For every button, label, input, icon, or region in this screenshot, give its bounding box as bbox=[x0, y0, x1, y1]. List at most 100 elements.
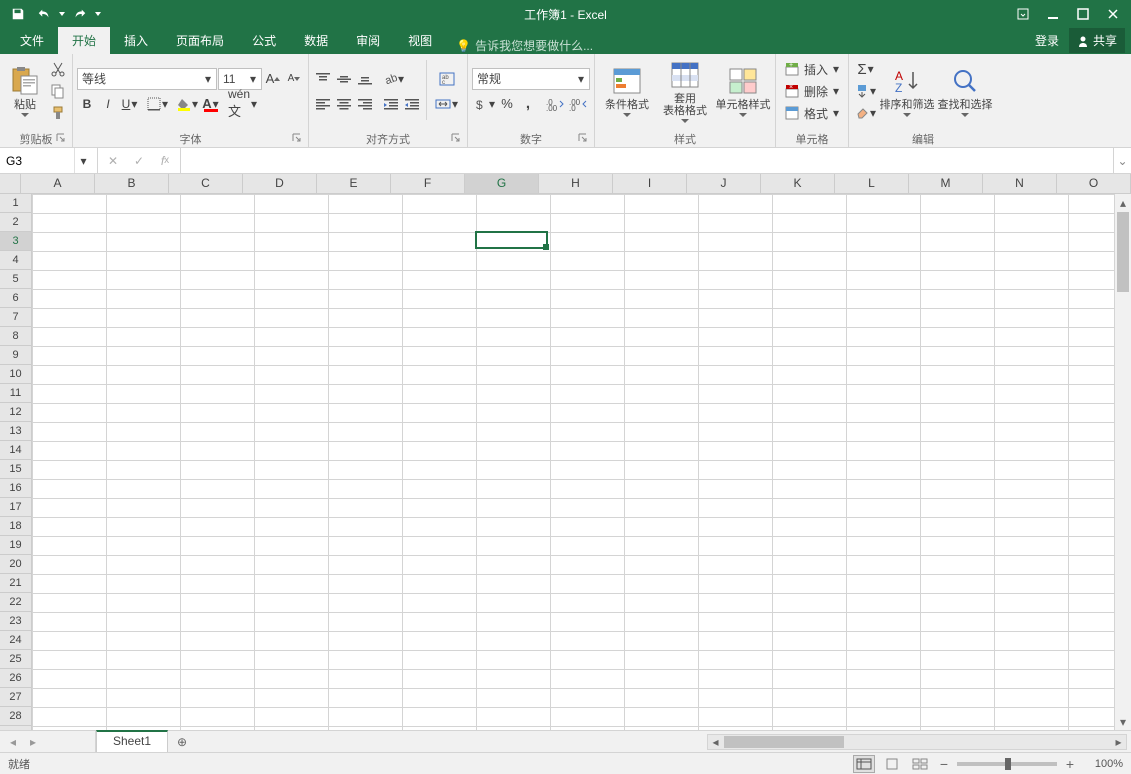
sort-filter-button[interactable]: AZ 排序和筛选 bbox=[879, 56, 935, 126]
row-header[interactable]: 8 bbox=[0, 327, 31, 346]
tab-data[interactable]: 数据 bbox=[290, 27, 342, 54]
tab-file[interactable]: 文件 bbox=[6, 27, 58, 54]
row-header[interactable]: 25 bbox=[0, 650, 31, 669]
row-header[interactable]: 24 bbox=[0, 631, 31, 650]
row-header[interactable]: 6 bbox=[0, 289, 31, 308]
row-header[interactable]: 18 bbox=[0, 517, 31, 536]
row-header[interactable]: 4 bbox=[0, 251, 31, 270]
normal-view-button[interactable] bbox=[853, 755, 875, 773]
alignment-launcher[interactable] bbox=[451, 133, 461, 143]
row-header[interactable]: 16 bbox=[0, 479, 31, 498]
phonetic-button[interactable]: wén文▾ bbox=[226, 93, 258, 115]
border-button[interactable]: ▾ bbox=[145, 93, 169, 115]
cancel-formula-button[interactable]: ✕ bbox=[100, 148, 126, 173]
row-header[interactable]: 1 bbox=[0, 194, 31, 213]
align-center-button[interactable] bbox=[334, 93, 354, 115]
italic-button[interactable]: I bbox=[98, 93, 118, 115]
delete-cells-button[interactable]: ×删除▾ bbox=[780, 80, 844, 102]
page-layout-view-button[interactable] bbox=[881, 755, 903, 773]
zoom-out-button[interactable]: − bbox=[937, 756, 951, 772]
row-header[interactable]: 5 bbox=[0, 270, 31, 289]
row-header[interactable]: 3 bbox=[0, 232, 31, 251]
column-header[interactable]: I bbox=[613, 174, 687, 193]
select-all-corner[interactable] bbox=[0, 174, 21, 193]
row-header[interactable]: 15 bbox=[0, 460, 31, 479]
row-header[interactable]: 7 bbox=[0, 308, 31, 327]
close-button[interactable] bbox=[1099, 2, 1127, 26]
column-header[interactable]: H bbox=[539, 174, 613, 193]
accept-formula-button[interactable]: ✓ bbox=[126, 148, 152, 173]
increase-decimal-button[interactable]: .0.00 bbox=[544, 93, 566, 115]
row-header[interactable]: 14 bbox=[0, 441, 31, 460]
undo-button[interactable] bbox=[32, 2, 56, 26]
name-box-dropdown[interactable]: ▾ bbox=[74, 148, 92, 173]
horizontal-scrollbar[interactable]: ◂ ▸ bbox=[707, 734, 1127, 750]
scroll-up-button[interactable]: ▴ bbox=[1115, 194, 1131, 211]
align-bottom-button[interactable] bbox=[355, 68, 375, 90]
row-header[interactable]: 12 bbox=[0, 403, 31, 422]
login-button[interactable]: 登录 bbox=[1025, 27, 1069, 54]
vscroll-thumb[interactable] bbox=[1117, 212, 1129, 292]
find-select-button[interactable]: 查找和选择 bbox=[937, 56, 993, 126]
fill-color-button[interactable]: ▾ bbox=[175, 93, 199, 115]
row-header[interactable]: 17 bbox=[0, 498, 31, 517]
row-header[interactable]: 28 bbox=[0, 707, 31, 726]
column-header[interactable]: C bbox=[169, 174, 243, 193]
expand-formula-bar[interactable]: ⌄ bbox=[1113, 148, 1131, 173]
column-header[interactable]: F bbox=[391, 174, 465, 193]
copy-button[interactable] bbox=[48, 80, 68, 102]
cut-button[interactable] bbox=[48, 58, 68, 80]
decrease-font-button[interactable]: A bbox=[284, 68, 304, 90]
share-button[interactable]: 共享 bbox=[1069, 28, 1125, 53]
formula-input[interactable] bbox=[181, 148, 1113, 173]
conditional-format-button[interactable]: 条件格式 bbox=[599, 56, 655, 126]
zoom-in-button[interactable]: + bbox=[1063, 756, 1077, 772]
tab-layout[interactable]: 页面布局 bbox=[162, 27, 238, 54]
insert-cells-button[interactable]: +插入▾ bbox=[780, 58, 844, 80]
clear-button[interactable]: ▾ bbox=[853, 102, 877, 124]
active-cell[interactable] bbox=[475, 231, 548, 249]
font-name-combo[interactable]: 等线▾ bbox=[77, 68, 217, 90]
format-cells-button[interactable]: 格式▾ bbox=[780, 102, 844, 124]
vertical-scrollbar[interactable]: ▴ ▾ bbox=[1114, 194, 1131, 730]
qat-customize[interactable] bbox=[94, 2, 102, 26]
comma-button[interactable]: , bbox=[518, 93, 538, 115]
font-color-button[interactable]: A▾ bbox=[200, 93, 220, 115]
tab-insert[interactable]: 插入 bbox=[110, 27, 162, 54]
paste-button[interactable]: 粘贴 bbox=[4, 56, 46, 126]
row-header[interactable]: 22 bbox=[0, 593, 31, 612]
row-header[interactable]: 21 bbox=[0, 574, 31, 593]
autosum-button[interactable]: Σ▾ bbox=[853, 58, 877, 80]
scroll-down-button[interactable]: ▾ bbox=[1115, 713, 1131, 730]
row-header[interactable]: 13 bbox=[0, 422, 31, 441]
zoom-level[interactable]: 100% bbox=[1083, 758, 1123, 770]
row-header[interactable]: 27 bbox=[0, 688, 31, 707]
format-painter-button[interactable] bbox=[48, 102, 68, 124]
minimize-button[interactable] bbox=[1039, 2, 1067, 26]
align-middle-button[interactable] bbox=[334, 68, 354, 90]
column-header[interactable]: K bbox=[761, 174, 835, 193]
name-box-input[interactable] bbox=[0, 154, 74, 168]
percent-button[interactable]: % bbox=[497, 93, 517, 115]
scroll-left-button[interactable]: ◂ bbox=[708, 735, 723, 749]
merge-center-button[interactable]: ▾ bbox=[431, 93, 463, 115]
row-header[interactable]: 2 bbox=[0, 213, 31, 232]
tab-home[interactable]: 开始 bbox=[58, 27, 110, 54]
column-header[interactable]: O bbox=[1057, 174, 1131, 193]
column-header[interactable]: N bbox=[983, 174, 1057, 193]
tab-view[interactable]: 视图 bbox=[394, 27, 446, 54]
page-break-view-button[interactable] bbox=[909, 755, 931, 773]
save-button[interactable] bbox=[6, 2, 30, 26]
tab-review[interactable]: 审阅 bbox=[342, 27, 394, 54]
underline-button[interactable]: U▾ bbox=[119, 93, 139, 115]
column-header[interactable]: L bbox=[835, 174, 909, 193]
row-header[interactable]: 10 bbox=[0, 365, 31, 384]
column-header[interactable]: E bbox=[317, 174, 391, 193]
add-sheet-button[interactable]: ⊕ bbox=[168, 731, 196, 752]
align-right-button[interactable] bbox=[355, 93, 375, 115]
clipboard-launcher[interactable] bbox=[56, 133, 66, 143]
decrease-indent-button[interactable] bbox=[381, 93, 401, 115]
undo-dropdown[interactable] bbox=[58, 2, 66, 26]
align-top-button[interactable] bbox=[313, 68, 333, 90]
tab-formulas[interactable]: 公式 bbox=[238, 27, 290, 54]
